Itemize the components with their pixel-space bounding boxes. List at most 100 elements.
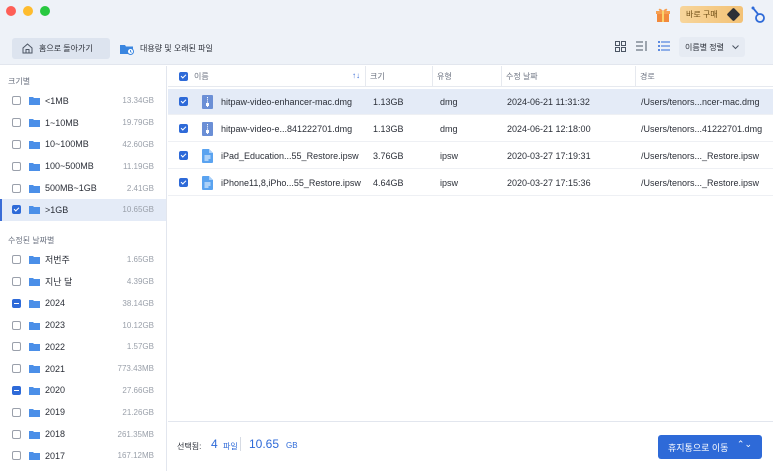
sort-arrows-icon[interactable]: ↑↓ bbox=[352, 71, 360, 80]
sidebar-filter-item[interactable]: 지난 달 4.39GB bbox=[0, 271, 166, 293]
folder-icon bbox=[29, 408, 40, 417]
date-filter-list: 저번주 1.65GB 지난 달 4.39GB 2024 38.14GB 2023 10.12G… bbox=[0, 249, 166, 467]
table-row[interactable]: hitpaw-video-e...841222701.dmg 1.13GB dmg 2… bbox=[168, 116, 773, 142]
file-modified: 2020-03-27 17:19:31 bbox=[507, 150, 591, 161]
filter-checkbox[interactable] bbox=[12, 429, 21, 439]
filter-checkbox[interactable] bbox=[12, 342, 21, 352]
sidebar-filter-item[interactable]: 2022 1.57GB bbox=[0, 336, 166, 358]
filter-label: <1MB bbox=[45, 95, 69, 106]
filter-checkbox[interactable] bbox=[12, 118, 21, 128]
file-type: ipsw bbox=[440, 150, 459, 161]
table-row[interactable]: iPad_Education...55_Restore.ipsw 3.76GB ip… bbox=[168, 143, 773, 169]
filter-label: 10~100MB bbox=[45, 139, 89, 150]
size-filter-list: <1MB 13.34GB 1~10MB 19.79GB 10~100MB 42.60GB 1… bbox=[0, 90, 166, 221]
filter-label: 2019 bbox=[45, 407, 66, 418]
filter-checkbox[interactable] bbox=[12, 385, 21, 395]
folder-icon bbox=[29, 321, 40, 330]
filter-label: 2020 bbox=[45, 385, 66, 396]
sort-dropdown[interactable]: 이름별 정렬 bbox=[679, 37, 745, 57]
buy-now-button[interactable]: 바로 구매 bbox=[680, 6, 743, 23]
file-path: /Users/tenors..._Restore.ipsw bbox=[641, 177, 760, 188]
back-home-button[interactable]: 홈으로 돌아가기 bbox=[12, 38, 110, 59]
table-header: 이름 ↑↓ 크기 유형 수정 날짜 경로 bbox=[168, 66, 773, 87]
sidebar-filter-item[interactable]: 500MB~1GB 2.41GB bbox=[0, 177, 166, 199]
sidebar-filter-item[interactable]: 2021 773.43MB bbox=[0, 358, 166, 380]
large-old-files-label: 대용량 및 오래된 파일 bbox=[140, 44, 213, 53]
filter-checkbox[interactable] bbox=[12, 407, 21, 417]
gift-icon[interactable] bbox=[655, 7, 671, 23]
move-to-trash-button[interactable]: 휴지통으로 이동 ⌃⌄ bbox=[658, 435, 762, 459]
view-switcher bbox=[613, 39, 671, 53]
sidebar-filter-item[interactable]: 10~100MB 42.60GB bbox=[0, 134, 166, 156]
ipsw-file-icon bbox=[202, 176, 213, 190]
folder-icon bbox=[29, 365, 40, 374]
filter-label: 지난 달 bbox=[45, 276, 73, 287]
row-checkbox[interactable] bbox=[179, 97, 188, 106]
toolbar: 바로 구매 홈으로 돌아가기 대용량 및 오래된 파일 이름별 정렬 bbox=[0, 0, 773, 65]
filter-checkbox[interactable] bbox=[12, 298, 21, 308]
type-column-header[interactable]: 유형 bbox=[432, 66, 500, 87]
filter-size: 10.12GB bbox=[122, 320, 154, 330]
options-chevron-icon[interactable]: ⌃⌄ bbox=[737, 439, 752, 450]
path-column-header[interactable]: 경로 bbox=[635, 66, 773, 87]
file-modified: 2024-06-21 11:31:32 bbox=[507, 96, 590, 107]
row-checkbox[interactable] bbox=[179, 151, 188, 160]
app-window: 바로 구매 홈으로 돌아가기 대용량 및 오래된 파일 이름별 정렬 크기별 <… bbox=[0, 0, 773, 471]
folder-icon bbox=[29, 119, 40, 128]
filter-checkbox[interactable] bbox=[12, 364, 21, 374]
sidebar-filter-item[interactable]: 2023 10.12GB bbox=[0, 314, 166, 336]
name-column-header[interactable]: 이름 bbox=[168, 66, 364, 87]
sidebar-filter-item[interactable]: 100~500MB 11.19GB bbox=[0, 155, 166, 177]
column-view-icon[interactable] bbox=[635, 39, 649, 53]
row-checkbox[interactable] bbox=[179, 178, 188, 187]
filter-sidebar: 크기별 <1MB 13.34GB 1~10MB 19.79GB 10~100MB 42.6… bbox=[0, 66, 167, 471]
filter-label: 2017 bbox=[45, 450, 66, 461]
move-to-trash-label: 휴지통으로 이동 bbox=[668, 442, 729, 453]
sidebar-filter-item[interactable]: >1GB 10.65GB bbox=[0, 198, 166, 221]
ipsw-file-icon bbox=[202, 149, 213, 163]
sidebar-filter-item[interactable]: 1~10MB 19.79GB bbox=[0, 112, 166, 134]
file-name: hitpaw-video-e...841222701.dmg bbox=[221, 123, 353, 134]
sidebar-filter-item[interactable]: <1MB 13.34GB bbox=[0, 90, 166, 112]
folder-icon bbox=[29, 206, 40, 215]
table-row[interactable]: hitpaw-video-enhancer-mac.dmg 1.13GB dmg 20… bbox=[168, 89, 773, 115]
filter-checkbox[interactable] bbox=[12, 161, 21, 171]
sidebar-filter-item[interactable]: 2020 27.66GB bbox=[0, 380, 166, 402]
sidebar-filter-item[interactable]: 2017 167.12MB bbox=[0, 445, 166, 467]
filter-label: 2022 bbox=[45, 341, 66, 352]
dmg-file-icon bbox=[202, 122, 213, 136]
filter-checkbox[interactable] bbox=[12, 205, 21, 215]
filter-size: 42.60GB bbox=[122, 139, 154, 149]
filter-checkbox[interactable] bbox=[12, 139, 21, 149]
filter-checkbox[interactable] bbox=[12, 183, 21, 193]
close-window-button[interactable] bbox=[6, 6, 16, 16]
crown-icon bbox=[726, 7, 741, 22]
list-view-icon[interactable] bbox=[657, 39, 671, 53]
sidebar-filter-item[interactable]: 2024 38.14GB bbox=[0, 292, 166, 314]
filter-checkbox[interactable] bbox=[12, 255, 21, 265]
filter-label: 2018 bbox=[45, 429, 66, 440]
sidebar-filter-item[interactable]: 저번주 1.65GB bbox=[0, 249, 166, 271]
row-checkbox[interactable] bbox=[179, 124, 188, 133]
filter-checkbox[interactable] bbox=[12, 96, 21, 106]
file-modified: 2024-06-21 12:18:00 bbox=[507, 123, 591, 134]
name-header-label: 이름 bbox=[194, 72, 209, 81]
file-size: 4.64GB bbox=[373, 177, 404, 188]
size-column-header[interactable]: 크기 bbox=[365, 66, 431, 87]
selected-count: 4 bbox=[211, 437, 218, 451]
minimize-window-button[interactable] bbox=[23, 6, 33, 16]
filter-checkbox[interactable] bbox=[12, 451, 21, 461]
grid-view-icon[interactable] bbox=[613, 39, 627, 53]
filter-label: 100~500MB bbox=[45, 161, 94, 172]
select-all-checkbox[interactable] bbox=[179, 72, 188, 81]
window-controls bbox=[6, 6, 50, 16]
account-icon[interactable] bbox=[750, 6, 766, 24]
modified-column-header[interactable]: 수정 날짜 bbox=[501, 66, 634, 87]
sidebar-filter-item[interactable]: 2019 21.26GB bbox=[0, 401, 166, 423]
sidebar-filter-item[interactable]: 2018 261.35MB bbox=[0, 423, 166, 445]
table-row[interactable]: iPhone11,8,iPho...55_Restore.ipsw 4.64GB i… bbox=[168, 170, 773, 196]
folder-icon bbox=[29, 162, 40, 171]
zoom-window-button[interactable] bbox=[40, 6, 50, 16]
filter-checkbox[interactable] bbox=[12, 276, 21, 286]
filter-checkbox[interactable] bbox=[12, 320, 21, 330]
